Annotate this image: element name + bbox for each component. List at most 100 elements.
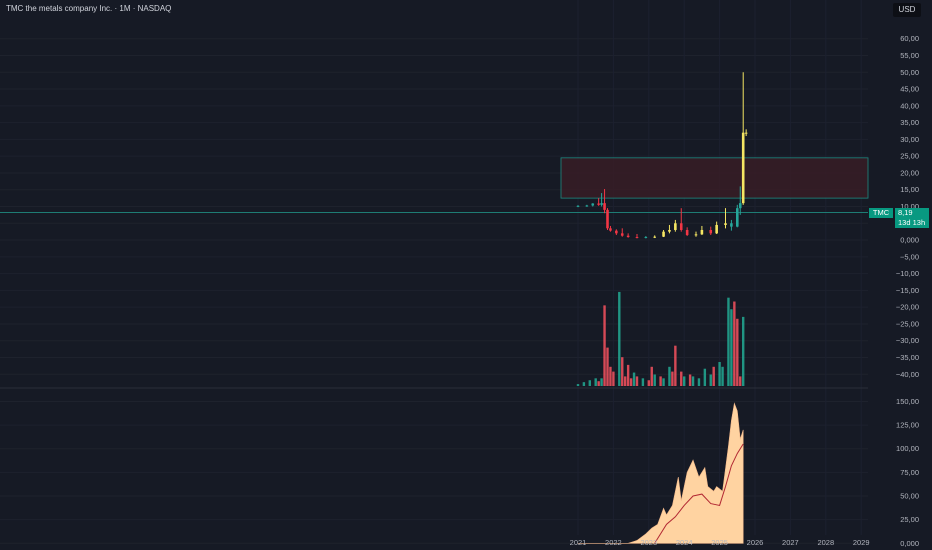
- price-axis[interactable]: 60,00 55,00 50,00 45,00 40,00 35,00 30,00 25,00…: [896, 34, 919, 379]
- candle-body: [679, 223, 683, 230]
- volume-bar: [606, 347, 609, 386]
- candle-body: [609, 228, 612, 231]
- candle-body: [724, 223, 727, 225]
- volume-bar: [647, 380, 650, 386]
- price-tick-label: 45,00: [900, 85, 919, 94]
- price-tick-label: −15,00: [896, 286, 919, 295]
- price-tick-label: 25,00: [900, 152, 919, 161]
- volume-bar: [600, 378, 603, 386]
- candle-body: [736, 208, 739, 227]
- chart-background: [0, 0, 932, 550]
- volume-bar: [612, 371, 615, 386]
- price-tick-label: −35,00: [896, 353, 919, 362]
- volume-bar: [683, 376, 686, 386]
- volume-bar: [653, 374, 656, 386]
- candle-body: [741, 132, 745, 204]
- time-tick-label: 2021: [570, 538, 587, 547]
- time-tick-label: 2026: [747, 538, 764, 547]
- volume-bar: [709, 374, 712, 386]
- price-tick-label: 15,00: [900, 185, 919, 194]
- indicator-tick-label: 150,00: [896, 397, 919, 406]
- volume-bar: [691, 376, 695, 386]
- price-tick-label: 35,00: [900, 118, 919, 127]
- candle-body: [700, 229, 704, 235]
- candle-body: [685, 229, 689, 236]
- volume-bar: [736, 318, 739, 386]
- candle-body: [615, 230, 618, 234]
- candle-body: [653, 236, 656, 238]
- price-tick-label: 0,000: [900, 236, 919, 245]
- volume-bar: [597, 381, 600, 386]
- volume-bar: [730, 309, 733, 386]
- volume-bar: [603, 305, 606, 386]
- indicator-tick-label: 100,00: [896, 444, 919, 453]
- volume-bar: [588, 380, 591, 386]
- candle-body: [591, 203, 595, 206]
- indicator-tick-label: 75,00: [900, 468, 919, 477]
- time-tick-label: 2022: [605, 538, 622, 547]
- volume-bar: [712, 366, 715, 386]
- volume-bar: [718, 362, 721, 386]
- price-tick-label: 20,00: [900, 168, 919, 177]
- volume-bar: [635, 376, 639, 386]
- volume-bar: [659, 376, 662, 386]
- candle-body: [600, 203, 603, 205]
- price-tick-label: 30,00: [900, 135, 919, 144]
- time-tick-label: 2029: [853, 538, 870, 547]
- time-tick-label: 2025: [711, 538, 728, 547]
- price-tick-label: −40,00: [896, 370, 919, 379]
- volume-bar: [727, 297, 730, 386]
- candle-body: [744, 132, 748, 134]
- candle-body: [626, 235, 630, 238]
- time-axis[interactable]: 2021 2022 2023 2024 2025 2026 2027 2028 2029: [570, 538, 870, 547]
- volume-bar: [624, 376, 627, 386]
- volume-bar: [674, 345, 677, 386]
- volume-bar: [650, 366, 653, 386]
- volume-bar: [629, 378, 633, 386]
- volume-bar: [626, 364, 630, 386]
- price-tick-label: −5,00: [900, 252, 919, 261]
- volume-bar: [703, 368, 707, 386]
- time-tick-label: 2027: [782, 538, 799, 547]
- volume-bar: [688, 374, 692, 386]
- time-tick-label: 2024: [676, 538, 693, 547]
- candle-body: [620, 233, 624, 236]
- volume-bar: [594, 378, 597, 386]
- volume-bar: [609, 366, 612, 386]
- indicator-tick-label: 25,00: [900, 515, 919, 524]
- price-tick-label: −10,00: [896, 269, 919, 278]
- volume-bar: [641, 378, 645, 386]
- candle-body: [662, 231, 665, 237]
- candle-body: [694, 234, 698, 236]
- candle-body: [738, 203, 742, 209]
- candle-body: [644, 237, 648, 239]
- candle-body: [606, 209, 609, 229]
- volume-bar: [662, 378, 665, 386]
- volume-bar: [576, 384, 580, 386]
- resistance-zone[interactable]: [560, 157, 869, 199]
- volume-bar: [697, 378, 701, 386]
- volume-bar: [618, 291, 621, 386]
- bar-countdown-tag: 13d 13h: [895, 218, 929, 228]
- price-tick-label: −30,00: [896, 336, 919, 345]
- time-tick-label: 2028: [817, 538, 834, 547]
- volume-bar: [733, 301, 736, 386]
- volume-bar: [721, 366, 724, 386]
- volume-bar: [739, 376, 742, 386]
- price-tick-label: −20,00: [896, 303, 919, 312]
- volume-bar: [668, 366, 671, 386]
- price-tick-label: 40,00: [900, 101, 919, 110]
- volume-bar: [671, 371, 674, 386]
- last-price-tag: 8,19: [895, 208, 929, 218]
- price-tick-label: −25,00: [896, 319, 919, 328]
- volume-bar: [680, 371, 683, 386]
- candle-body: [730, 223, 733, 227]
- indicator-tick-label: 0,000: [900, 539, 919, 548]
- candle-body: [674, 223, 677, 230]
- symbol-tag: TMC: [869, 208, 893, 218]
- candle-body: [576, 205, 580, 207]
- chart-canvas[interactable]: 60,00 55,00 50,00 45,00 40,00 35,00 30,00 25,00…: [0, 0, 932, 550]
- candle-body: [668, 229, 671, 232]
- currency-button[interactable]: USD: [893, 3, 921, 17]
- volume-bar: [632, 372, 636, 386]
